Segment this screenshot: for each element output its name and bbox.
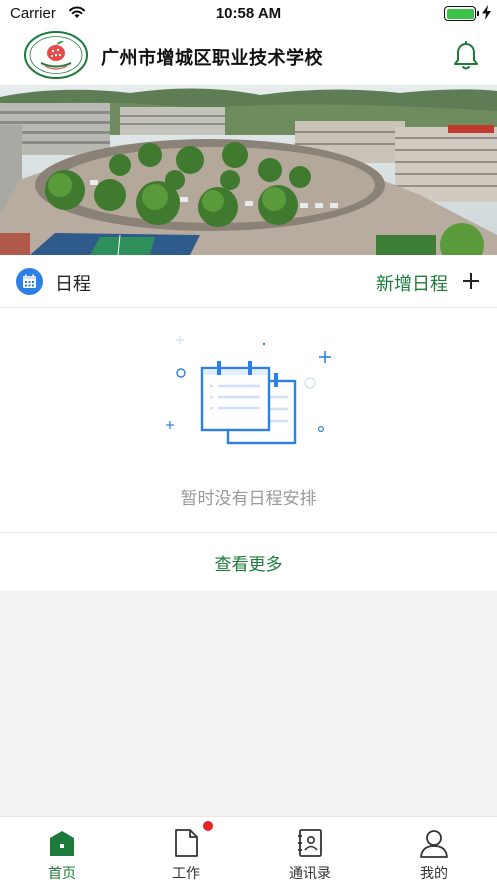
tab-home-label: 首页 [48,866,76,882]
campus-banner[interactable] [0,85,497,255]
tab-home[interactable]: 首页 [0,817,124,883]
view-more-row: 查看更多 [0,532,497,591]
profile-icon [420,830,448,858]
tab-contacts-label: 通讯录 [289,866,331,882]
status-bar: Carrier 10:58 AM [0,0,497,28]
status-time: 10:58 AM [215,5,282,22]
empty-schedule-text: 暂时没有日程安排 [180,489,317,509]
campus-aerial-photo [0,85,497,255]
calendar-icon [16,268,43,295]
tab-profile-label: 我的 [420,866,448,882]
contacts-icon [298,829,322,857]
school-name: 广州市增城区职业技术学校 [101,48,323,69]
bell-icon[interactable] [450,40,482,72]
battery-icon [444,6,479,21]
schedule-title: 日程 [55,274,91,295]
charging-icon [482,5,491,20]
add-schedule-button[interactable]: 新增日程 [376,270,448,296]
tab-work[interactable]: 工作 [124,817,248,883]
schedule-header: 日程 新增日程 [0,255,497,308]
work-notification-badge [203,821,213,831]
home-icon [50,831,74,856]
tab-profile[interactable]: 我的 [372,817,496,883]
tab-bar: 首页 工作 通讯录 我的 [0,816,497,883]
app-header: 广州市增城区职业技术学校 [0,28,497,85]
empty-schedule-illustration-icon [166,336,331,445]
school-emblem-icon [24,31,88,79]
tab-contacts[interactable]: 通讯录 [248,817,372,883]
tab-work-label: 工作 [172,866,200,882]
schedule-card: 日程 新增日程 暂时没有日程安排 查看更多 [0,255,497,591]
view-more-button[interactable]: 查看更多 [0,550,497,575]
plus-icon[interactable] [462,272,480,290]
document-icon [175,829,198,857]
